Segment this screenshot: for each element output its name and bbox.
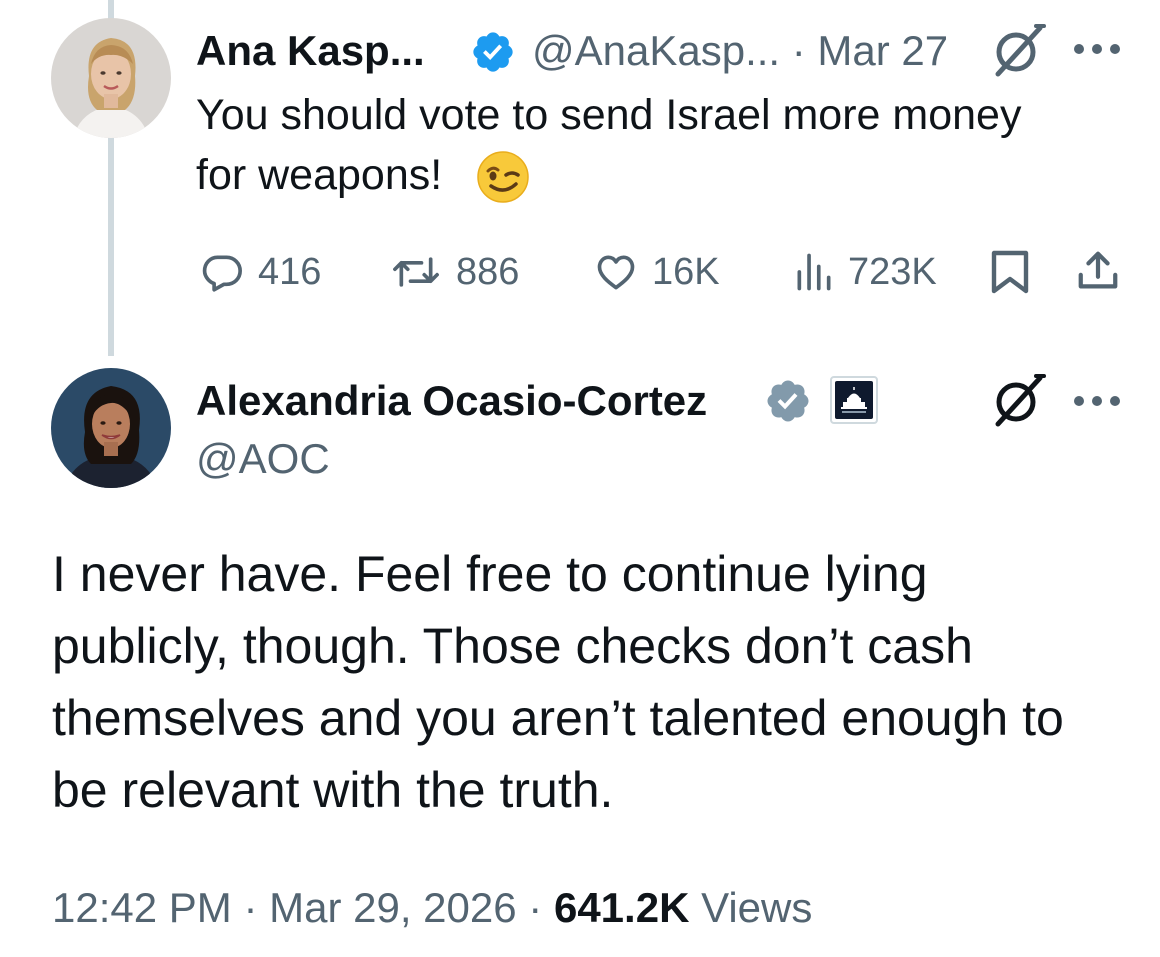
avatar-ana-image <box>51 18 171 138</box>
verified-badge-blue-icon <box>470 29 516 80</box>
repost-count: 886 <box>456 251 520 293</box>
reply-count: 416 <box>258 251 322 293</box>
repost-button[interactable]: 886 <box>388 250 519 294</box>
main-author-name[interactable]: Alexandria Ocasio-Cortez <box>196 380 707 422</box>
reply-button[interactable]: 416 <box>198 250 321 294</box>
reply-icon <box>202 255 242 292</box>
bookmark-icon[interactable] <box>988 248 1032 301</box>
meta-separator: · <box>528 884 543 931</box>
main-tweet-text-line2: publicly, though. Those checks don’t cas… <box>52 618 973 674</box>
tweet-time[interactable]: 12:42 PM <box>52 884 232 931</box>
grok-icon[interactable] <box>988 22 1048 83</box>
views-label: Views <box>701 884 813 931</box>
grok-icon-main[interactable] <box>988 372 1048 433</box>
verified-badge-gray-icon <box>764 377 812 430</box>
main-tweet-text-line4: be relevant with the truth. <box>52 762 614 818</box>
repost-icon <box>393 257 439 287</box>
avatar-aoc-image <box>51 368 171 488</box>
avatar-ana[interactable] <box>51 18 171 138</box>
main-tweet-text-line3: themselves and you aren’t talented enoug… <box>52 690 1064 746</box>
views-total[interactable]: 641.2K <box>554 884 689 931</box>
parent-author-name[interactable]: Ana Kasp... <box>196 30 425 72</box>
main-tweet-text-line1: I never have. Feel free to continue lyin… <box>52 546 928 602</box>
views-button[interactable]: 723K <box>792 250 937 294</box>
like-count: 16K <box>652 251 720 293</box>
share-icon[interactable] <box>1074 248 1122 299</box>
heart-icon <box>597 255 635 290</box>
views-count: 723K <box>848 251 937 293</box>
parent-tweet-text-line1: You should vote to send Israel more mone… <box>196 91 1022 139</box>
tweet-meta-footer: 12:42 PM · Mar 29, 2026 · 641.2K Views <box>52 887 812 929</box>
like-button[interactable]: 16K <box>592 250 720 294</box>
capitol-building-icon[interactable] <box>830 376 878 429</box>
main-author-handle[interactable]: @AOC <box>196 438 330 480</box>
more-dots-icon[interactable] <box>1072 42 1122 61</box>
parent-tweet-text-line2: for weapons! <box>196 151 443 199</box>
tweet-date[interactable]: Mar 29, 2026 <box>269 884 517 931</box>
views-bar-chart-icon <box>797 253 831 291</box>
more-dots-icon-main[interactable] <box>1072 394 1122 413</box>
avatar-aoc[interactable] <box>51 368 171 488</box>
parent-handle-date[interactable]: @AnaKasp... · Mar 27 <box>532 30 948 72</box>
winking-face-emoji-icon <box>476 150 530 209</box>
meta-separator: · <box>243 884 258 931</box>
